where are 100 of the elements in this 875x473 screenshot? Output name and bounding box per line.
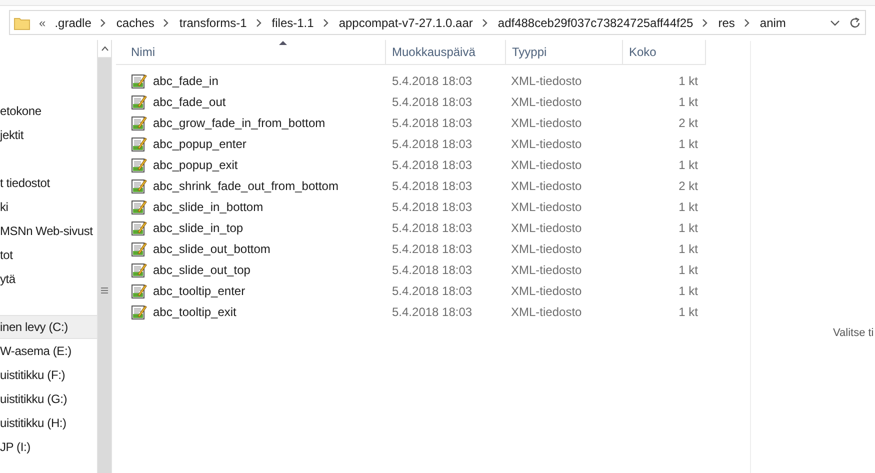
navigation-item[interactable]: etokone — [0, 99, 97, 123]
breadcrumb[interactable]: adf488ceb29f037c73824725aff44f25 — [498, 14, 694, 32]
modified-date: 5.4.2018 18:03 — [392, 94, 472, 108]
chevron-right-icon — [322, 18, 329, 26]
column-header[interactable]: Tyyppi — [506, 40, 623, 64]
file-size: 1 kt — [678, 156, 698, 174]
file-name[interactable]: abc_slide_out_bottom — [153, 240, 270, 258]
text-file-icon — [131, 198, 147, 214]
navigation-item[interactable]: tot — [0, 243, 97, 267]
modified-date: 5.4.2018 18:03 — [392, 74, 472, 88]
file-type: XML-tiedosto — [511, 158, 582, 172]
file-type: XML-tiedosto — [511, 220, 582, 234]
navigation-item[interactable]: JP (I:) — [0, 435, 97, 459]
chevron-right-icon — [702, 18, 708, 26]
navigation-item[interactable]: ki — [0, 195, 97, 219]
file-name[interactable]: abc_slide_in_bottom — [153, 198, 264, 216]
file-type: XML-tiedosto — [511, 116, 582, 130]
scroll-grip-icon — [101, 287, 108, 294]
column-header[interactable]: Koko — [623, 40, 706, 64]
preview-message: Valitse ti — [833, 326, 875, 341]
address-bar[interactable]: « .gradle caches transforms-1 files-1.1 appcompat-v7-27.1.0.aar adf488ceb29f037c73824725aff44f25 res anim — [9, 10, 866, 35]
modified-date: 5.4.2018 18:03 — [392, 178, 472, 192]
breadcrumb[interactable]: caches — [116, 14, 154, 32]
file-type: XML-tiedosto — [511, 200, 582, 214]
file-name[interactable]: abc_slide_out_top — [153, 260, 250, 278]
vertical-scrollbar[interactable] — [97, 40, 112, 473]
navigation-item[interactable]: jektit — [0, 123, 97, 147]
file-size: 2 kt — [678, 114, 698, 132]
file-name[interactable]: abc_popup_exit — [153, 156, 238, 174]
file-size: 1 kt — [678, 282, 698, 300]
breadcrumb[interactable]: files-1.1 — [272, 14, 314, 32]
file-name[interactable]: abc_tooltip_enter — [153, 282, 246, 300]
file-size: 2 kt — [678, 178, 698, 194]
navigation-item[interactable]: uistitikku (G:) — [0, 387, 97, 411]
text-file-icon — [131, 304, 147, 320]
file-name[interactable]: abc_popup_enter — [153, 134, 246, 152]
chevron-right-icon — [163, 18, 170, 26]
file-name[interactable]: abc_slide_in_top — [153, 218, 244, 236]
file-type: XML-tiedosto — [511, 242, 582, 256]
modified-date: 5.4.2018 18:03 — [392, 304, 472, 318]
modified-date: 5.4.2018 18:03 — [392, 116, 472, 130]
navigation-item[interactable]: uistitikku (H:) — [0, 411, 97, 435]
navigation-item[interactable]: MSNn Web-sivust — [0, 219, 97, 243]
folder-icon — [14, 16, 30, 30]
file-type: XML-tiedosto — [511, 178, 582, 192]
breadcrumb[interactable]: transforms-1 — [179, 14, 247, 32]
file-type: XML-tiedosto — [511, 74, 582, 88]
file-size: 1 kt — [678, 94, 698, 110]
file-size: 1 kt — [678, 240, 698, 258]
dropdown-chevron-icon[interactable] — [830, 20, 840, 26]
text-file-icon — [131, 178, 147, 194]
modified-date: 5.4.2018 18:03 — [392, 158, 472, 172]
file-type: XML-tiedosto — [511, 284, 582, 298]
text-file-icon — [131, 282, 147, 298]
file-size: 1 kt — [678, 262, 698, 278]
modified-date: 5.4.2018 18:03 — [392, 262, 472, 276]
navigation-item[interactable]: uistitikku (F:) — [0, 363, 97, 387]
text-file-icon — [131, 114, 147, 130]
file-name[interactable]: abc_fade_out — [153, 92, 226, 110]
sort-ascending-icon — [279, 41, 287, 45]
chevron-right-icon — [100, 18, 106, 26]
file-name[interactable]: abc_fade_in — [153, 72, 218, 90]
text-file-icon — [131, 156, 147, 172]
text-file-icon — [131, 262, 147, 278]
file-size: 1 kt — [678, 198, 698, 216]
file-size: 1 kt — [678, 136, 698, 152]
text-file-icon — [131, 220, 147, 236]
file-name[interactable]: abc_grow_fade_in_from_bottom — [153, 114, 326, 132]
text-file-icon — [131, 72, 147, 88]
navigation-item[interactable]: W-asema (E:) — [0, 339, 97, 363]
breadcrumb[interactable]: res — [718, 14, 735, 32]
column-header[interactable]: Muokkauspäivä — [386, 40, 506, 64]
file-name[interactable]: abc_tooltip_exit — [153, 302, 236, 320]
file-type: XML-tiedosto — [511, 94, 582, 108]
file-type: XML-tiedosto — [511, 262, 582, 276]
breadcrumb[interactable]: appcompat-v7-27.1.0.aar — [338, 14, 473, 32]
chevron-right-icon — [482, 18, 488, 26]
breadcrumb[interactable]: anim — [760, 14, 786, 32]
text-file-icon — [131, 136, 147, 152]
text-file-icon — [131, 240, 147, 256]
text-file-icon — [131, 94, 147, 110]
refresh-icon[interactable] — [849, 16, 861, 28]
modified-date: 5.4.2018 18:03 — [392, 242, 472, 256]
modified-date: 5.4.2018 18:03 — [392, 284, 472, 298]
file-type: XML-tiedosto — [511, 136, 582, 150]
overflow-chevrons[interactable]: « — [39, 14, 46, 32]
chevron-right-icon — [256, 18, 262, 26]
breadcrumb[interactable]: .gradle — [54, 14, 92, 32]
navigation-item[interactable]: t tiedostot — [0, 171, 97, 195]
navigation-item[interactable]: inen levy (C:) — [0, 315, 97, 339]
modified-date: 5.4.2018 18:03 — [392, 220, 472, 234]
file-type: XML-tiedosto — [511, 304, 582, 318]
modified-date: 5.4.2018 18:03 — [392, 200, 472, 214]
file-name[interactable]: abc_shrink_fade_out_from_bottom — [153, 176, 338, 194]
file-size: 1 kt — [678, 72, 698, 90]
file-size: 1 kt — [678, 304, 698, 320]
navigation-item[interactable]: ytä — [0, 267, 97, 291]
modified-date: 5.4.2018 18:03 — [392, 136, 472, 150]
chevron-right-icon — [744, 18, 750, 26]
file-size: 1 kt — [678, 220, 698, 236]
